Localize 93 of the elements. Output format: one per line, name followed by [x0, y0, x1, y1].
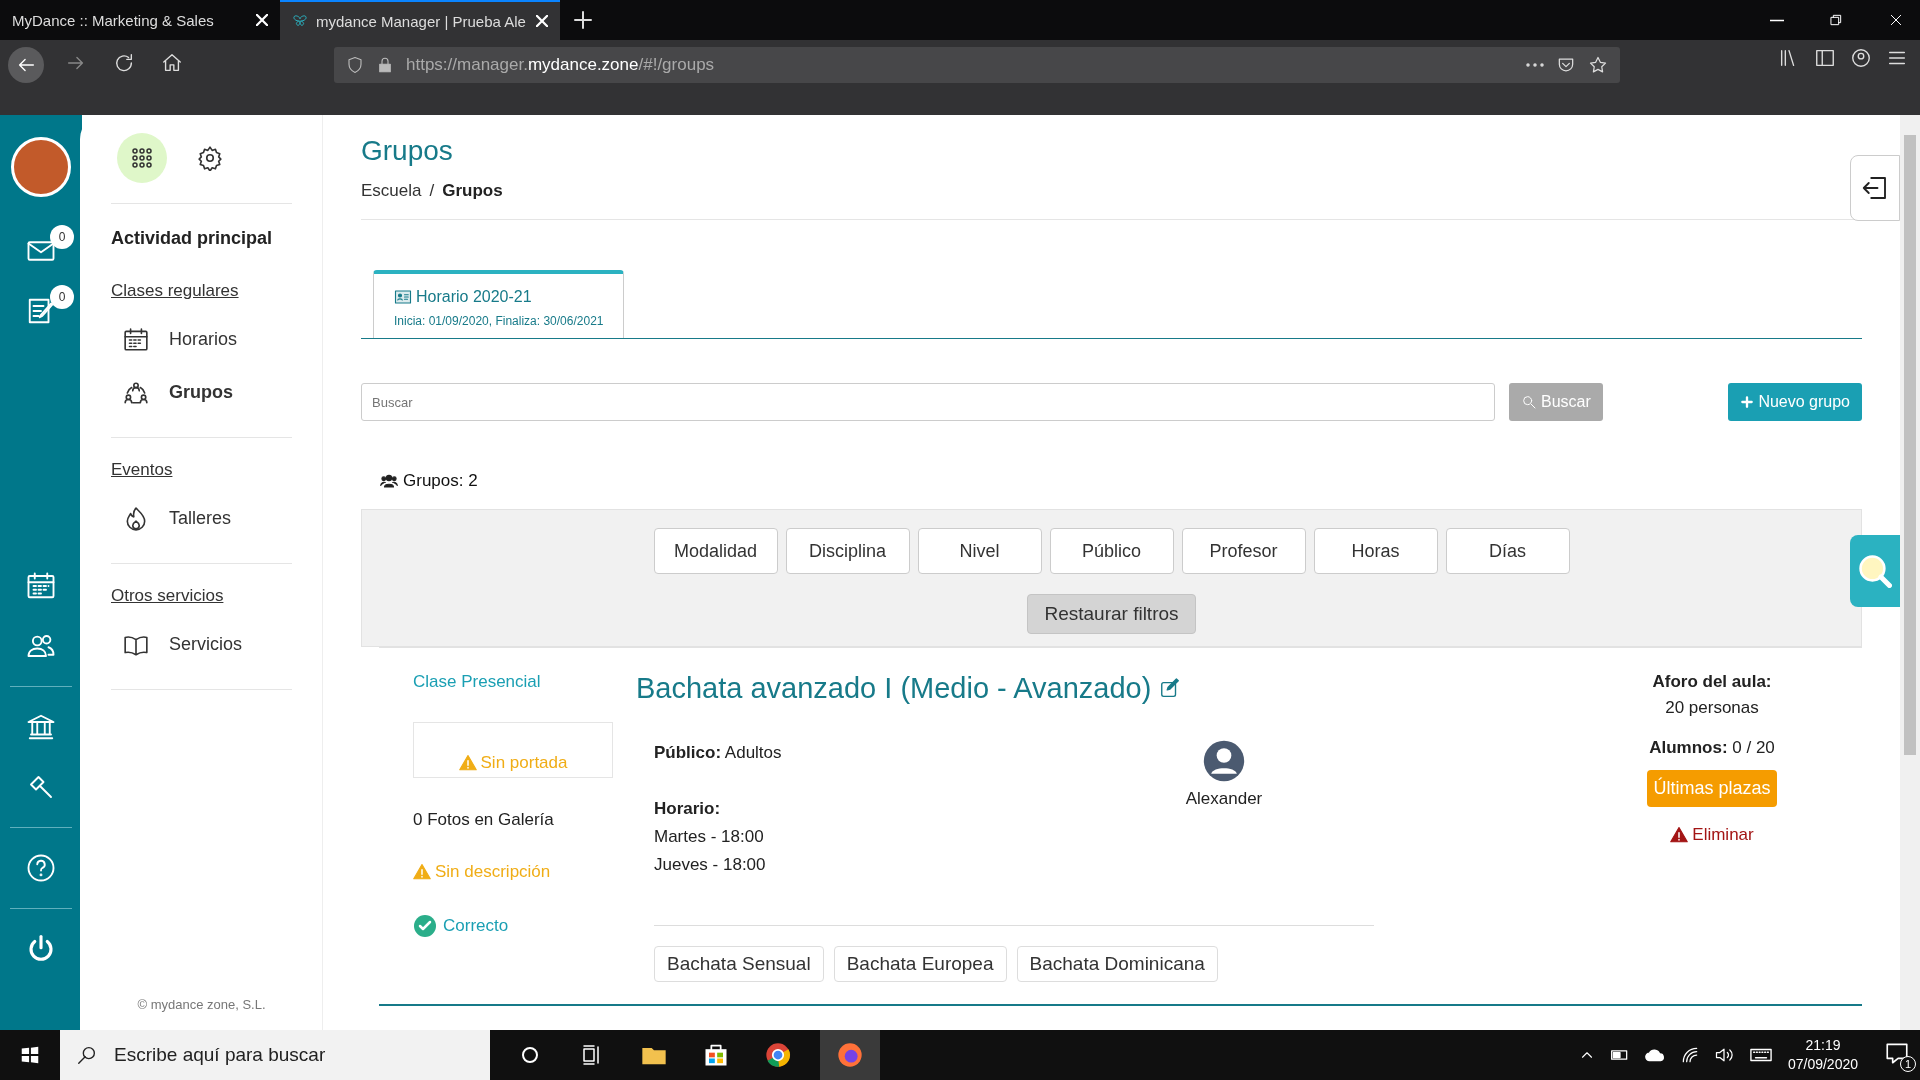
search-icon	[1521, 394, 1537, 410]
clock-time: 21:19	[1804, 1036, 1842, 1055]
back-button[interactable]	[8, 47, 44, 83]
students-text: Alumnos: 0 / 20	[1649, 738, 1775, 758]
butterfly-icon	[292, 13, 308, 29]
reload-icon	[113, 52, 135, 74]
new-tab-icon	[574, 10, 592, 29]
capacity-label: Aforo del aula:	[1652, 672, 1772, 692]
schedule-time: Martes - 18:00	[654, 826, 765, 848]
url-text: https://manager.mydance.zone/#!/groups	[406, 55, 716, 75]
shield-icon	[346, 56, 364, 74]
nav-item[interactable]: Horarios	[111, 313, 292, 366]
close-icon	[536, 15, 548, 27]
filter-button[interactable]: Público	[1049, 528, 1174, 574]
scrollbar[interactable]	[1900, 115, 1920, 1030]
breadcrumb-item[interactable]: Escuela	[361, 181, 422, 201]
teacher-name: Alexander	[1185, 789, 1263, 809]
sidebar-icon	[1814, 47, 1836, 69]
grid-icon	[130, 146, 154, 170]
browser-tab[interactable]: mydance Manager | Prueba Ale	[280, 0, 560, 40]
section-link[interactable]: Eventos	[111, 460, 173, 480]
tag: Bachata Dominicana	[1016, 946, 1218, 982]
edit-icon	[1159, 677, 1182, 700]
filter-button[interactable]: Días	[1445, 528, 1570, 574]
reset-filters-button[interactable]: Restaurar filtros	[1027, 594, 1196, 634]
apps-button[interactable]	[117, 133, 167, 183]
close-icon	[256, 14, 268, 26]
page-title: Grupos	[361, 135, 454, 167]
status-text: Correcto	[443, 916, 509, 936]
filter-button[interactable]: Modalidad	[653, 528, 778, 574]
more-icon	[1526, 63, 1544, 67]
warning-icon	[413, 863, 431, 881]
close-icon	[1888, 12, 1904, 28]
filter-button[interactable]: Horas	[1313, 528, 1438, 574]
section-link[interactable]: Clases regulares	[111, 281, 239, 301]
people-icon	[379, 472, 399, 490]
filter-button[interactable]: Profesor	[1181, 528, 1306, 574]
help-icon	[26, 853, 56, 883]
browser-tab[interactable]: MyDance :: Marketing & Sales	[0, 0, 280, 40]
search-icon	[76, 1044, 98, 1066]
plus-icon	[1740, 395, 1755, 409]
warning-text: Sin descripción	[435, 862, 551, 882]
filter-button[interactable]: Disciplina	[785, 528, 910, 574]
settings-icon	[197, 145, 223, 171]
calendar-icon	[26, 571, 56, 601]
lock-icon	[376, 56, 394, 74]
exit-button[interactable]	[1850, 155, 1900, 221]
schedule-label: Horario:	[654, 798, 722, 820]
warning-icon	[458, 754, 477, 772]
group-count: Grupos: 2	[403, 471, 478, 491]
windows-icon	[19, 1044, 41, 1066]
star-icon	[1588, 55, 1608, 75]
address-bar[interactable]: https://manager.mydance.zone/#!/groups	[334, 47, 1620, 83]
audience-text: Público: Adultos	[654, 742, 783, 764]
capacity-value: 20 personas	[1665, 698, 1759, 718]
breadcrumb-item: Grupos	[442, 181, 503, 201]
section-link[interactable]: Otros servicios	[111, 586, 224, 606]
avatar[interactable]	[11, 137, 71, 197]
nav-item[interactable]: Talleres	[111, 492, 292, 545]
nav-item[interactable]: Grupos	[111, 366, 292, 419]
minimize-icon	[1770, 18, 1784, 22]
taskbar-search-field[interactable]: Escribe aquí para buscar	[60, 1030, 490, 1080]
id-card-icon	[394, 288, 412, 306]
warning-icon	[1670, 826, 1689, 844]
warning-text: Sin portada	[480, 753, 568, 773]
count-badge: 0	[50, 225, 74, 249]
user-avatar-icon	[1202, 739, 1246, 783]
search-field[interactable]: Buscar	[361, 383, 1495, 421]
account-icon	[1850, 47, 1872, 69]
copyright: © mydance zone, S.L.	[136, 997, 267, 1012]
schedule-tab[interactable]: Horario 2020-21 Inicia: 01/09/2020, Finaliza: 30/06/2021	[373, 270, 625, 338]
restore-icon	[1828, 12, 1844, 28]
notification-count: 1	[1900, 1056, 1916, 1072]
delete-link[interactable]: Eliminar	[1692, 825, 1754, 845]
check-circle-icon	[413, 914, 437, 938]
nav-item[interactable]: Servicios	[111, 618, 292, 671]
tips-button[interactable]	[1850, 535, 1900, 607]
count-badge: 0	[50, 285, 74, 309]
power-icon	[26, 934, 56, 964]
group-title[interactable]: Bachata avanzado I (Medio - Avanzado)	[636, 672, 1152, 705]
home-icon	[161, 52, 183, 74]
tag: Bachata Sensual	[654, 946, 824, 982]
section-title: Actividad principal	[111, 228, 274, 249]
status-badge: Últimas plazas	[1647, 770, 1777, 807]
note-edit-icon	[26, 296, 56, 326]
bank-icon	[26, 712, 56, 742]
tag: Bachata Europea	[833, 946, 1007, 982]
breadcrumb-separator: /	[429, 181, 435, 201]
gallery-count: 0 Fotos en Galería	[413, 810, 554, 830]
calendar-icon	[123, 326, 149, 353]
schedule-time: Jueves - 18:00	[654, 854, 767, 876]
clock-date: 07/09/2020	[1787, 1055, 1858, 1074]
filter-button[interactable]: Nivel	[917, 528, 1042, 574]
